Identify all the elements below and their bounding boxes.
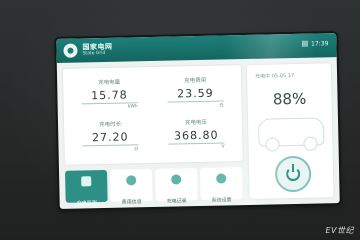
clock: 17:39 bbox=[311, 40, 329, 48]
stat-value: 15.78 bbox=[69, 88, 149, 105]
record-icon bbox=[171, 174, 182, 185]
stat-value: 27.20 bbox=[70, 130, 150, 147]
nav-charge-records[interactable]: 充电记录 bbox=[154, 168, 198, 205]
charger-screen: 国家电网 State Grid 17:39 充电电量 15.78 kWh 充电费… bbox=[56, 33, 340, 209]
state-grid-logo-icon bbox=[63, 43, 78, 58]
stop-charging-button[interactable] bbox=[274, 155, 312, 193]
charging-stats-panel: 充电电量 15.78 kWh 充电费用 23.59 元 充电时长 27.20 分… bbox=[62, 65, 243, 165]
bottom-nav: 充电监测 费用信息 充电记录 系统设置 bbox=[65, 167, 244, 207]
nav-label: 费用信息 bbox=[121, 199, 142, 206]
stat-value: 368.80 bbox=[156, 128, 236, 145]
stat-unit: kWh bbox=[127, 104, 138, 110]
nav-cost-info[interactable]: 费用信息 bbox=[110, 168, 153, 206]
soc-percentage: 88% bbox=[272, 89, 307, 109]
stat-label: 充电电压 bbox=[184, 119, 208, 127]
watermark: EV世纪 bbox=[325, 226, 354, 235]
nav-label: 充电监测 bbox=[76, 200, 97, 207]
stat-unit: 分 bbox=[134, 147, 139, 153]
charging-status-panel: 充电中 05-05 17 88% bbox=[246, 63, 334, 199]
gear-icon bbox=[216, 173, 227, 184]
signal-icon bbox=[302, 40, 310, 47]
nav-charging-monitor[interactable]: 充电监测 bbox=[65, 169, 108, 207]
top-bar: 国家电网 State Grid 17:39 bbox=[56, 33, 337, 63]
nav-settings[interactable]: 系统设置 bbox=[199, 167, 243, 204]
stat-unit: V bbox=[221, 144, 225, 150]
stat-unit: 元 bbox=[219, 103, 224, 109]
coin-icon bbox=[126, 175, 137, 186]
wheel-icon bbox=[303, 136, 318, 151]
nav-label: 系统设置 bbox=[211, 197, 232, 204]
stat-label: 充电费用 bbox=[184, 77, 207, 85]
stat-label: 充电时长 bbox=[98, 121, 122, 129]
stat-voltage: 充电电压 368.80 V bbox=[156, 117, 237, 151]
plug-icon bbox=[81, 176, 92, 187]
stat-energy: 充电电量 15.78 kWh bbox=[69, 77, 150, 111]
stat-cost: 充电费用 23.59 元 bbox=[155, 75, 236, 110]
brand-subtitle: State Grid bbox=[82, 50, 106, 57]
nav-label: 充电记录 bbox=[166, 198, 187, 205]
stat-value: 23.59 bbox=[155, 86, 235, 103]
stat-duration: 充电时长 27.20 分 bbox=[70, 119, 151, 154]
car-outline-icon bbox=[257, 117, 325, 152]
status-area: 17:39 bbox=[302, 40, 328, 48]
wheel-icon bbox=[265, 137, 280, 152]
status-header: 充电中 05-05 17 bbox=[255, 72, 295, 80]
stat-label: 充电电量 bbox=[98, 79, 121, 87]
